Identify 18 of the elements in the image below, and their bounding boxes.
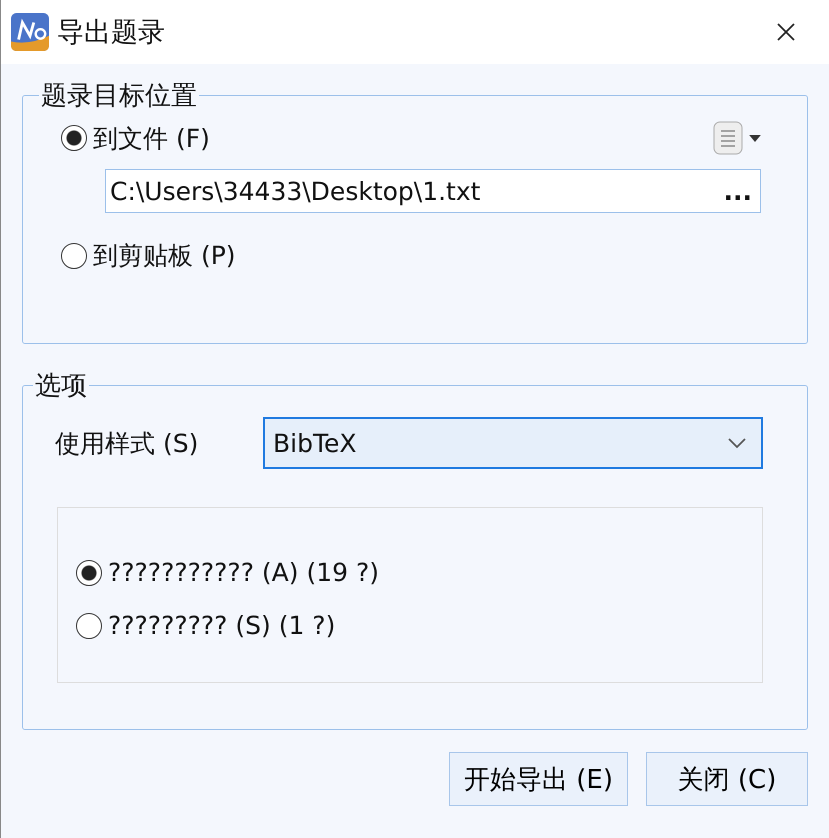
file-path-field[interactable]: C:\Users\34433\Desktop\1.txt ...	[105, 169, 761, 213]
close-icon[interactable]	[776, 22, 796, 42]
clipboard-radio[interactable]: 到剪贴板 (P)	[61, 239, 807, 272]
window-title: 导出题录	[57, 16, 165, 50]
scope-radio[interactable]: ??????????? (A) (19 ?)	[76, 558, 762, 587]
app-logo-icon	[11, 13, 49, 51]
style-dropdown[interactable]: BibTeX	[263, 417, 763, 469]
file-radio[interactable]: 到文件 (F)	[61, 122, 210, 154]
export-button[interactable]: 开始导出 (E)	[449, 752, 628, 806]
caret-icon[interactable]	[749, 134, 761, 142]
style-label: 使用样式 (S)	[55, 428, 200, 460]
chevron-icon	[727, 437, 747, 449]
document-icon[interactable]	[713, 121, 743, 155]
close-button[interactable]: 关闭 (C)	[646, 752, 808, 806]
group-title: 选项	[34, 370, 88, 403]
scope-radio[interactable]: ????????? (S) (1 ?)	[76, 611, 762, 640]
browse-button[interactable]: ...	[724, 176, 752, 206]
group-title: 题录目标位置	[40, 80, 198, 113]
